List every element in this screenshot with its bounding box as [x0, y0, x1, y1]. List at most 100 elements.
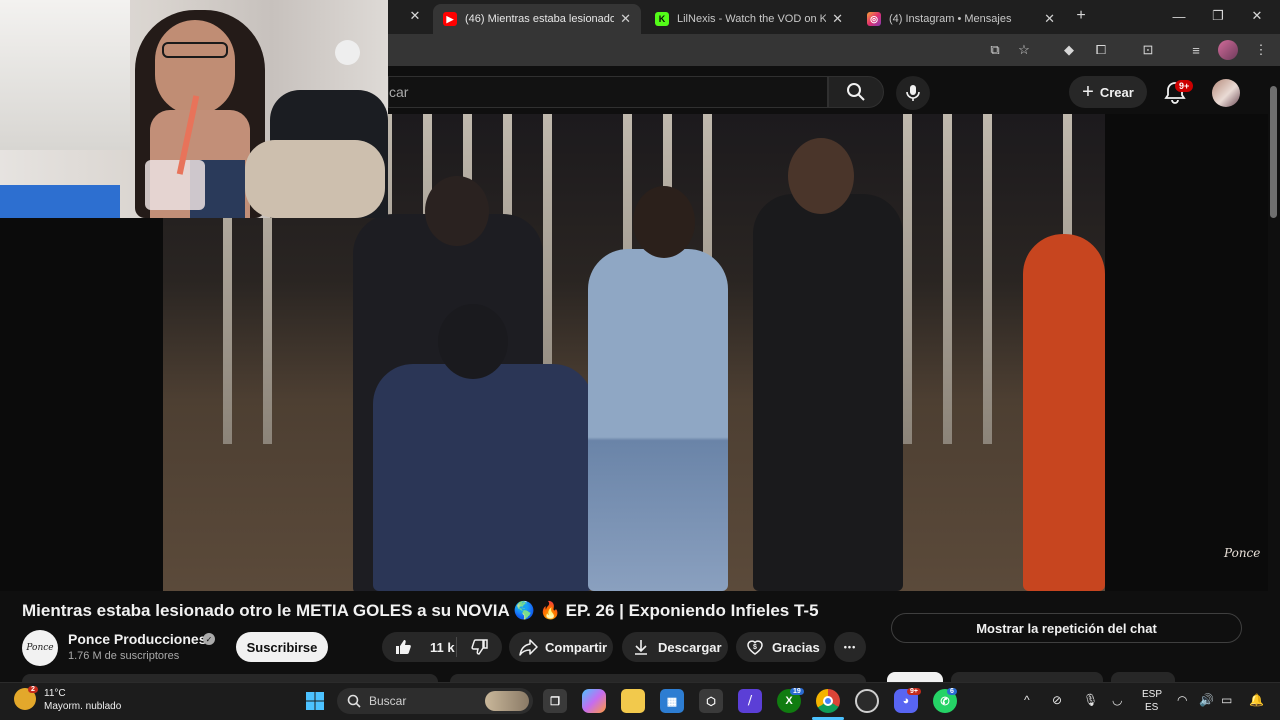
windows-start-icon[interactable] [303, 689, 327, 713]
share-icon [519, 639, 538, 656]
drink-cup [145, 160, 205, 210]
show-chat-replay-button[interactable]: Mostrar la repetición del chat [891, 613, 1242, 643]
notifications-tray-icon[interactable]: 🔔 [1249, 693, 1264, 707]
comments-box[interactable] [450, 674, 866, 682]
close-icon[interactable]: ✕ [1044, 11, 1055, 27]
close-tab-icon[interactable]: ✕ [405, 6, 425, 26]
close-icon[interactable]: ✕ [620, 11, 631, 27]
bed-blanket [0, 185, 120, 218]
verified-icon: ✓ [203, 633, 215, 645]
account-avatar[interactable] [1212, 79, 1240, 107]
cast-icon[interactable]: ⧉ [985, 40, 1005, 60]
plush-toy [245, 140, 385, 218]
app-icon[interactable]: ⬡ [699, 689, 723, 713]
copilot-icon[interactable] [582, 689, 606, 713]
person-right-orange [1023, 234, 1105, 591]
extensions-puzzle-icon[interactable]: ⧠ [1091, 40, 1111, 60]
search-input[interactable]: car [388, 76, 828, 108]
language-indicator[interactable]: ESP [1142, 689, 1162, 700]
weather-description: Mayorm. nublado [44, 701, 122, 712]
chrome-icon[interactable] [816, 689, 840, 713]
wifi-icon[interactable]: ◠ [1177, 693, 1187, 707]
like-button[interactable]: 11 k [382, 637, 457, 657]
discord-badge: 9+ [907, 688, 921, 695]
fence-bar [943, 114, 952, 444]
glasses [162, 42, 228, 58]
search-button[interactable] [828, 76, 884, 108]
tab-youtube[interactable]: ▶ (46) Mientras estaba lesionado ✕ [433, 4, 641, 34]
search-icon [347, 694, 361, 708]
network-off-icon[interactable]: ⊘ [1052, 693, 1062, 707]
search-icon [847, 83, 865, 101]
person-head [425, 176, 489, 246]
keyboard-layout-indicator[interactable]: ES [1145, 702, 1158, 713]
tab-search-icon[interactable]: ⊡ [1138, 40, 1158, 60]
task-view-icon[interactable]: ❐ [543, 689, 567, 713]
close-icon[interactable]: ✕ [832, 11, 843, 27]
thanks-button[interactable]: $ Gracias [736, 632, 826, 662]
thumbs-up-icon [396, 640, 411, 654]
svg-text:$: $ [753, 644, 757, 651]
bookmark-star-icon[interactable]: ☆ [1014, 40, 1034, 60]
battery-icon[interactable]: ▭ [1221, 693, 1232, 707]
tab-title: (46) Mientras estaba lesionado [465, 13, 615, 25]
subscribe-button[interactable]: Suscribirse [236, 632, 328, 662]
taskbar-search-input[interactable]: Buscar [337, 688, 533, 714]
tray-overflow-icon[interactable]: ^ [1024, 693, 1030, 707]
download-button[interactable]: Descargar [622, 632, 728, 662]
search-placeholder: car [389, 84, 409, 100]
download-label: Descargar [658, 639, 722, 655]
microphone-tray-icon[interactable]: 🎙 [1083, 693, 1098, 707]
description-box[interactable] [22, 674, 438, 682]
person-wheelchair [373, 364, 593, 591]
xbox-badge: 19 [790, 688, 804, 695]
filter-chip-related[interactable] [1111, 672, 1175, 682]
headset-icon[interactable]: ◡ [1112, 693, 1122, 707]
filter-chip-channel[interactable] [951, 672, 1103, 682]
notification-badge: 9+ [1175, 80, 1194, 92]
shelf-decoration [335, 40, 360, 65]
channel-avatar[interactable]: Ponce [22, 630, 58, 666]
extension-icon[interactable]: ◆ [1059, 40, 1079, 60]
file-explorer-icon[interactable] [621, 689, 645, 713]
channel-name[interactable]: Ponce Producciones [68, 631, 206, 647]
share-label: Compartir [545, 639, 608, 655]
menu-icon[interactable]: ⋮ [1251, 40, 1271, 60]
more-actions-button[interactable]: ••• [834, 632, 866, 662]
dislike-button[interactable] [457, 638, 502, 656]
new-tab-button[interactable]: + [1071, 6, 1091, 26]
person-head [633, 186, 695, 258]
tab-instagram[interactable]: ◎ (4) Instagram • Mensajes ✕ [857, 4, 1065, 34]
tab-kick[interactable]: K LilNexis - Watch the VOD on Ki ✕ [645, 4, 853, 34]
person-head [438, 304, 508, 379]
person-head [788, 138, 854, 214]
microphone-icon [906, 85, 920, 101]
reading-list-icon[interactable]: ≡ [1186, 40, 1206, 60]
scrollbar-thumb[interactable] [1270, 86, 1277, 218]
person-center-woman [588, 249, 728, 591]
visual-studio-icon[interactable]: ⧸ [738, 689, 762, 713]
whatsapp-badge: 6 [947, 688, 957, 695]
filter-chip-all[interactable] [887, 672, 943, 682]
download-icon [635, 640, 647, 655]
share-button[interactable]: Compartir [509, 632, 613, 662]
app-circle-icon[interactable] [855, 689, 879, 713]
maximize-button[interactable]: ❐ [1208, 6, 1228, 26]
profile-avatar[interactable] [1218, 40, 1238, 60]
video-watermark: Ponce [1224, 546, 1261, 560]
search-highlight-image [485, 691, 529, 711]
fence-bar [903, 114, 912, 444]
create-button[interactable]: + Crear [1069, 76, 1147, 108]
like-dislike-group: 11 k [382, 632, 502, 662]
minimize-button[interactable]: — [1169, 6, 1189, 26]
subscriber-count: 1.76 M de suscriptores [68, 650, 180, 662]
thumbs-down-icon [470, 639, 488, 655]
microsoft-store-icon[interactable]: ▦ [660, 689, 684, 713]
volume-icon[interactable]: 🔊 [1199, 693, 1214, 707]
tab-title: (4) Instagram • Mensajes [889, 13, 1012, 25]
weather-badge: 2 [28, 686, 38, 693]
window-close-button[interactable]: ✕ [1247, 6, 1267, 26]
like-count: 11 k [430, 639, 455, 655]
voice-search-button[interactable] [896, 76, 930, 110]
super-thanks-icon: $ [747, 640, 763, 655]
